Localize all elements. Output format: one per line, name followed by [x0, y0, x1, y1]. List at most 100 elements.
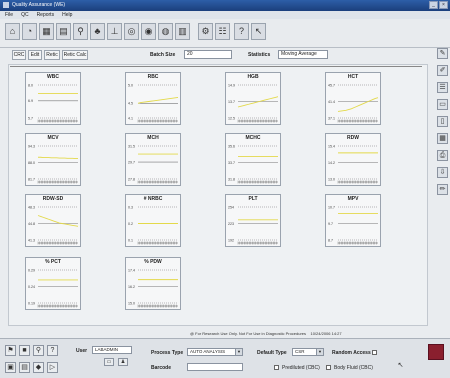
- cursor-icon: ↖: [397, 362, 404, 369]
- series-line: [137, 97, 179, 104]
- qc-chart[interactable]: WBC 8.0 6.9 5.7: [25, 72, 81, 125]
- window-title: Quality Assurance (WE): [12, 2, 66, 8]
- chart-plot: 17.4 16.2 15.0: [128, 268, 178, 308]
- body-fluid-label: Body Fluid (CBC): [334, 365, 373, 371]
- title-bar: Quality Assurance (WE) _ ×: [0, 0, 450, 11]
- sample-icon[interactable]: ▤: [56, 23, 71, 40]
- y-tick-label: 44.8: [28, 222, 35, 226]
- chart-icon[interactable]: ▥: [175, 23, 190, 40]
- chevron-down-icon[interactable]: ▼: [235, 349, 242, 355]
- qc-chart[interactable]: % PDW 17.4 16.2 15.0: [125, 257, 181, 310]
- document-icon[interactable]: ▯: [437, 116, 448, 127]
- settings-icon[interactable]: ⚙: [198, 23, 213, 40]
- y-tick-label: 41.4: [328, 100, 335, 104]
- print-icon[interactable]: ⎙: [437, 150, 448, 161]
- default-type-select[interactable]: CSR ▼: [292, 348, 324, 356]
- chart-plot: 15.4 14.2 13.0: [328, 144, 378, 184]
- series-line: [38, 156, 78, 160]
- help-icon[interactable]: ?: [234, 23, 249, 40]
- folder-icon[interactable]: ▭: [437, 99, 448, 110]
- right-toolbar: ✎ ✐ ☰ ▭ ▯ ▦ ⎙ ⇩ ✏: [436, 48, 450, 208]
- tab-retic[interactable]: Retic: [44, 50, 60, 60]
- y-tick-label: 33.7: [228, 161, 235, 165]
- statistics-label: Statistics: [248, 52, 271, 58]
- qc-chart[interactable]: % PCT 0.29 0.24 0.19: [25, 257, 81, 310]
- edit-icon[interactable]: ✐: [437, 65, 448, 76]
- target-icon[interactable]: ◉: [141, 23, 156, 40]
- y-tick-label: 0.24: [28, 285, 35, 289]
- chart-plot: 254 223 192: [228, 205, 278, 245]
- y-tick-label: 14.2: [328, 161, 335, 165]
- y-tick-label: 223: [228, 222, 234, 226]
- stop-icon[interactable]: ■: [19, 345, 30, 356]
- person-icon[interactable]: ♟: [118, 358, 128, 366]
- menu-reports[interactable]: Reports: [37, 11, 55, 19]
- close-button[interactable]: ×: [439, 1, 448, 9]
- y-tick-label: 17.4: [128, 268, 135, 272]
- help-bottom-icon[interactable]: ?: [47, 345, 58, 356]
- tools-icon[interactable]: ☷: [215, 23, 230, 40]
- search-icon[interactable]: ⚲: [73, 23, 88, 40]
- status-line: @ For Research Use Only. Not For Use in …: [190, 331, 342, 336]
- zoom-icon[interactable]: ⚲: [33, 345, 44, 356]
- user-field: LABADMIN: [92, 346, 132, 354]
- y-tick-label: 37.1: [328, 116, 335, 120]
- y-tick-label: 9.7: [328, 222, 333, 226]
- y-tick-label: 5.0: [128, 83, 133, 87]
- status-message: @ For Research Use Only. Not For Use in …: [190, 331, 307, 336]
- qc-chart[interactable]: MPV 10.7 9.7 8.7: [325, 194, 381, 247]
- y-tick-label: 13.0: [328, 177, 335, 181]
- body-fluid-checkbox[interactable]: [326, 365, 331, 370]
- random-access-checkbox[interactable]: [372, 350, 377, 355]
- tube-icon[interactable]: ⊥: [107, 23, 122, 40]
- batch-size-input[interactable]: 20: [184, 50, 232, 59]
- chevron-down-icon[interactable]: ▼: [316, 349, 323, 355]
- qc-chart[interactable]: RDW 15.4 14.2 13.0: [325, 133, 381, 186]
- tab-crc[interactable]: CRC: [12, 50, 26, 60]
- qc-chart[interactable]: RBC 5.0 4.5 4.1: [125, 72, 181, 125]
- prediluted-label: Prediluted (CBC): [282, 365, 320, 371]
- grid-bottom-icon[interactable]: ▤: [19, 362, 30, 373]
- list-icon[interactable]: ☰: [437, 82, 448, 93]
- pencil-icon[interactable]: ✏: [437, 184, 448, 195]
- context-help-icon[interactable]: ↖: [251, 23, 266, 40]
- computer-icon[interactable]: ▭: [104, 358, 114, 366]
- monitor-icon[interactable]: ▣: [5, 362, 16, 373]
- minimize-button[interactable]: _: [429, 1, 438, 9]
- pen-icon[interactable]: ✎: [437, 48, 448, 59]
- worklist-icon[interactable]: ▦: [39, 23, 54, 40]
- open-icon[interactable]: ◔: [22, 23, 37, 40]
- tab-retic-calc[interactable]: Retic Calc: [62, 50, 88, 60]
- qc-chart[interactable]: HCT 45.7 41.4 37.1: [325, 72, 381, 125]
- refresh-icon[interactable]: ◎: [124, 23, 139, 40]
- y-tick-label: 12.5: [228, 116, 235, 120]
- qc-chart[interactable]: MCHC 35.6 33.7 31.8: [225, 133, 281, 186]
- arrow-icon[interactable]: ▷: [47, 362, 58, 373]
- run-icon[interactable]: ⚑: [5, 345, 16, 356]
- tab-edit[interactable]: Edit: [28, 50, 42, 60]
- y-tick-label: 15.4: [328, 144, 335, 148]
- home-icon[interactable]: ⌂: [5, 23, 20, 40]
- y-tick-label: 88.0: [28, 161, 35, 165]
- menu-help[interactable]: Help: [62, 11, 72, 19]
- statistics-select[interactable]: Moving Average: [278, 50, 328, 59]
- alarm-indicator[interactable]: [428, 344, 444, 360]
- qc-chart[interactable]: PLT 254 223 192: [225, 194, 281, 247]
- y-tick-label: 29.7: [128, 160, 135, 164]
- qc-chart[interactable]: HGB 14.9 13.7 12.5: [225, 72, 281, 125]
- qc-target-icon[interactable]: ◍: [158, 23, 173, 40]
- qc-chart[interactable]: MCH 31.5 29.7 27.8: [125, 133, 181, 186]
- qc-chart[interactable]: RDW-SD 48.3 44.8 41.3: [25, 194, 81, 247]
- y-tick-label: 35.6: [228, 144, 235, 148]
- menu-file[interactable]: File: [5, 11, 13, 19]
- qc-chart[interactable]: MCV 94.3 88.0 81.7: [25, 133, 81, 186]
- barcode-input[interactable]: [187, 363, 243, 371]
- process-type-select[interactable]: AUTO ANALYSIS ▼: [187, 348, 243, 356]
- qc-chart[interactable]: # NRBC 0.3 0.2 0.1: [125, 194, 181, 247]
- menu-qc[interactable]: QC: [21, 11, 29, 19]
- alert-icon[interactable]: ◆: [33, 362, 44, 373]
- patient-icon[interactable]: ♣: [90, 23, 105, 40]
- grid-icon[interactable]: ▦: [437, 133, 448, 144]
- export-icon[interactable]: ⇩: [437, 167, 448, 178]
- prediluted-checkbox[interactable]: [274, 365, 279, 370]
